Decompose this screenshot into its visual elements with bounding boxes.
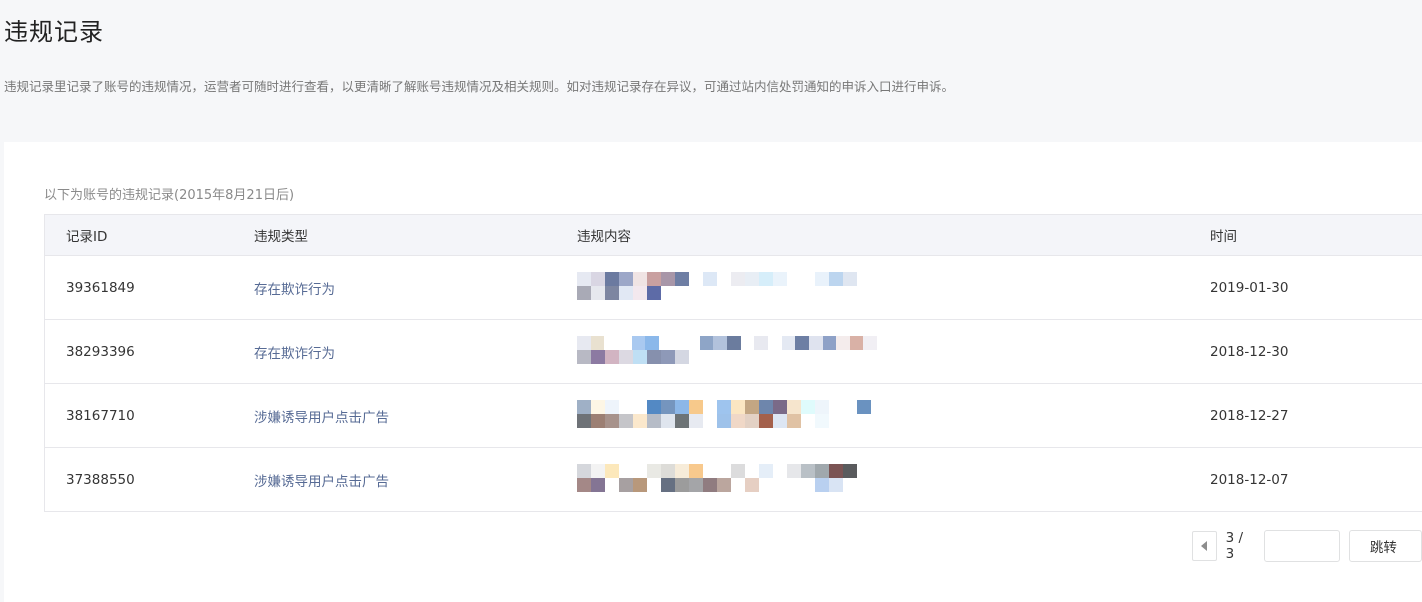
violation-content — [577, 256, 1210, 319]
prev-page-button[interactable] — [1192, 531, 1217, 561]
violation-content — [577, 448, 1210, 511]
header-type: 违规类型 — [254, 229, 308, 245]
table-row: 38293396 存在欺诈行为 2018-12-30 — [45, 320, 1422, 384]
chevron-left-icon — [1201, 541, 1208, 551]
record-id: 39361849 — [66, 279, 135, 296]
violation-type-link[interactable]: 涉嫌诱导用户点击广告 — [254, 406, 577, 426]
page-description: 违规记录里记录了账号的违规情况，运营者可随时进行查看，以更清晰了解账号违规情况及… — [4, 79, 955, 94]
record-time: 2018-12-30 — [1210, 343, 1289, 360]
record-time: 2019-01-30 — [1210, 279, 1289, 296]
record-time: 2018-12-07 — [1210, 471, 1289, 488]
header-content: 违规内容 — [577, 229, 631, 245]
page-jump-input[interactable] — [1263, 530, 1340, 562]
pagination: 3 / 3 跳转 — [1192, 530, 1422, 562]
pixelated-content-image — [577, 400, 877, 430]
table-row: 38167710 涉嫌诱导用户点击广告 2018-12-27 — [45, 384, 1422, 448]
table-row: 37388550 涉嫌诱导用户点击广告 2018-12-07 — [45, 448, 1422, 511]
record-id: 37388550 — [66, 471, 135, 488]
records-caption: 以下为账号的违规记录(2015年8月21日后) — [44, 188, 295, 203]
pixelated-content-image — [577, 272, 877, 302]
jump-button[interactable]: 跳转 — [1348, 530, 1422, 562]
page-indicator: 3 / 3 — [1225, 530, 1243, 562]
violation-type-link[interactable]: 涉嫌诱导用户点击广告 — [254, 470, 577, 490]
table-row: 39361849 存在欺诈行为 2019-01-30 — [45, 256, 1422, 320]
page-title: 违规记录 — [4, 18, 104, 46]
violation-content — [577, 320, 1210, 383]
header-time: 时间 — [1210, 229, 1237, 245]
pixelated-content-image — [577, 336, 878, 366]
header-id: 记录ID — [66, 229, 108, 245]
record-id: 38293396 — [66, 343, 135, 360]
record-time: 2018-12-27 — [1210, 407, 1289, 424]
pixelated-content-image — [577, 464, 877, 494]
violation-type-link[interactable]: 存在欺诈行为 — [254, 342, 577, 362]
violation-type-link[interactable]: 存在欺诈行为 — [254, 278, 577, 298]
record-id: 38167710 — [66, 407, 135, 424]
violation-content — [577, 384, 1210, 447]
table-header: 记录ID 违规类型 违规内容 时间 — [45, 215, 1422, 256]
violations-table: 记录ID 违规类型 违规内容 时间 39361849 存在欺诈行为 2019-0… — [44, 214, 1422, 512]
